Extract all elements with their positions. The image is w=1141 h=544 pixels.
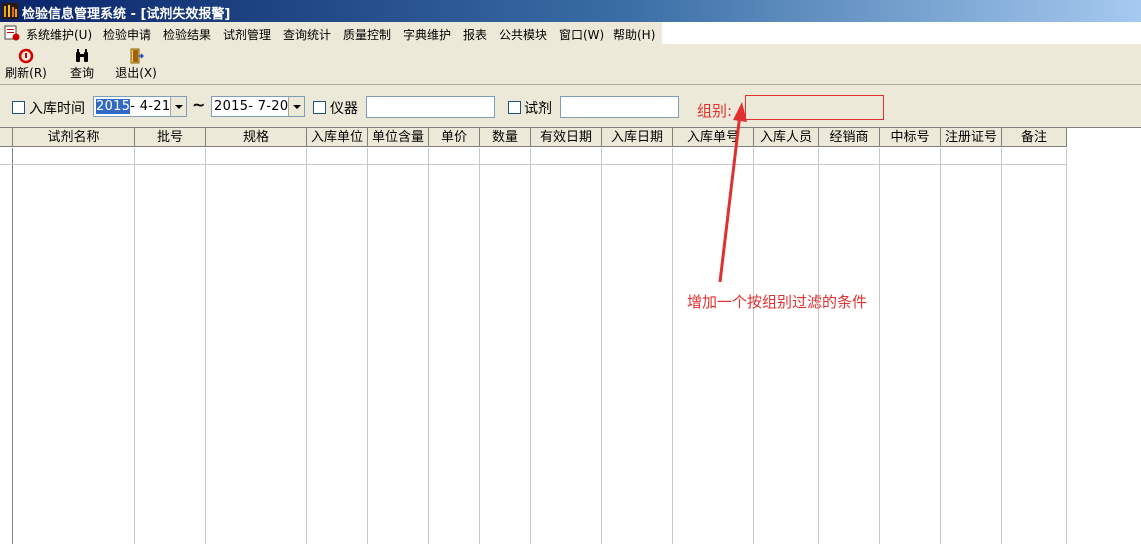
col-header-intake-staff[interactable]: 入库人员 [754,128,819,147]
column-gridline [428,148,429,544]
exit-door-icon [130,48,144,64]
binoculars-icon [76,49,88,62]
column-gridline [134,148,135,544]
col-header-distributor[interactable]: 经销商 [819,128,880,147]
menu-quality-control[interactable]: 质量控制 [343,26,391,43]
reagent-checkbox[interactable] [508,101,521,114]
menu-reports[interactable]: 报表 [463,26,487,43]
date-from-picker[interactable]: 2015- 4-21 [93,96,187,117]
column-gridline [672,148,673,544]
filter-bar: 入库时间 2015- 4-21 ~ 2015- 7-20 仪器 试剂 组别: [0,85,1141,127]
date-to-dropdown-icon[interactable] [288,97,304,116]
column-gridline [818,148,819,544]
annotation-arrow [718,102,747,283]
menu-bar-blank [662,22,1141,44]
column-gridline [601,148,602,544]
col-header-reagent-name[interactable]: 试剂名称 [13,128,135,147]
toolbar: 刷新(R) 查询 退出(X) [0,44,1141,85]
reagent-label: 试剂 [524,101,552,117]
column-gridline [1066,148,1067,544]
col-header-registration-no[interactable]: 注册证号 [941,128,1002,147]
query-button[interactable]: 查询 [66,48,98,81]
column-gridline [940,148,941,544]
column-gridline [530,148,531,544]
title-bar: 检验信息管理系统 - [试剂失效报警] [0,0,1141,22]
menu-bar: 系统维护(U) 检验申请 检验结果 试剂管理 查询统计 质量控制 字典维护 报表… [0,22,662,44]
col-header-intake-unit[interactable]: 入库单位 [307,128,368,147]
menu-help[interactable]: 帮助(H) [613,26,655,43]
table-row-divider [0,164,1067,165]
column-gridline [205,148,206,544]
query-label: 查询 [69,66,94,80]
menu-test-results[interactable]: 检验结果 [163,26,211,43]
date-from-year: 2015 [96,99,131,114]
col-header-spec[interactable]: 规格 [206,128,307,147]
date-to-picker[interactable]: 2015- 7-20 [211,96,305,117]
col-header-remarks[interactable]: 备注 [1002,128,1067,147]
app-logo-icon [2,3,18,19]
refresh-icon [18,48,34,64]
document-menu-icon[interactable] [3,25,21,41]
col-header-batch-no[interactable]: 批号 [135,128,206,147]
column-gridline [1001,148,1002,544]
column-gridline [479,148,480,544]
menu-reagent-management[interactable]: 试剂管理 [223,26,271,43]
column-gridline [879,148,880,544]
instrument-checkbox[interactable] [313,101,326,114]
col-header-quantity[interactable]: 数量 [480,128,531,147]
menu-common-modules[interactable]: 公共模块 [499,26,547,43]
menu-query-statistics[interactable]: 查询统计 [283,26,331,43]
annotation-note: 增加一个按组别过滤的条件 [687,293,868,311]
instrument-input[interactable] [366,96,495,118]
col-header-unit-price[interactable]: 单价 [429,128,480,147]
instrument-label: 仪器 [330,101,358,117]
column-gridline [367,148,368,544]
intake-time-checkbox[interactable] [12,101,25,114]
group-input[interactable] [745,95,884,120]
reagent-table[interactable]: 试剂名称 批号 规格 入库单位 单位含量 单价 数量 有效日期 入库日期 入库单… [0,127,1141,544]
column-gridline [306,148,307,544]
col-header-intake-date[interactable]: 入库日期 [602,128,673,147]
menu-dictionary-maintenance[interactable]: 字典维护 [403,26,451,43]
col-header-unit-content[interactable]: 单位含量 [368,128,429,147]
col-header-expiry-date[interactable]: 有效日期 [531,128,602,147]
row-indicator-header [0,128,13,147]
refresh-label: 刷新(R) [5,66,47,80]
row-indicator-column [0,148,13,544]
intake-time-label: 入库时间 [29,101,85,117]
menu-system-maintenance[interactable]: 系统维护(U) [26,26,92,43]
exit-button[interactable]: 退出(X) [114,48,158,81]
date-to-value: 2015- 7-20 [214,99,289,114]
menu-test-request[interactable]: 检验申请 [103,26,151,43]
date-range-separator: ~ [192,95,206,114]
window-title: 检验信息管理系统 - [试剂失效报警] [22,7,231,22]
date-from-value: 2015- 4-21 [96,99,170,114]
date-from-dropdown-icon[interactable] [170,97,186,116]
refresh-button[interactable]: 刷新(R) [5,48,47,81]
menu-window[interactable]: 窗口(W) [559,26,604,43]
col-header-bid-no[interactable]: 中标号 [880,128,941,147]
reagent-input[interactable] [560,96,679,118]
date-from-rest: - 4-21 [130,99,171,114]
exit-label: 退出(X) [115,66,157,80]
